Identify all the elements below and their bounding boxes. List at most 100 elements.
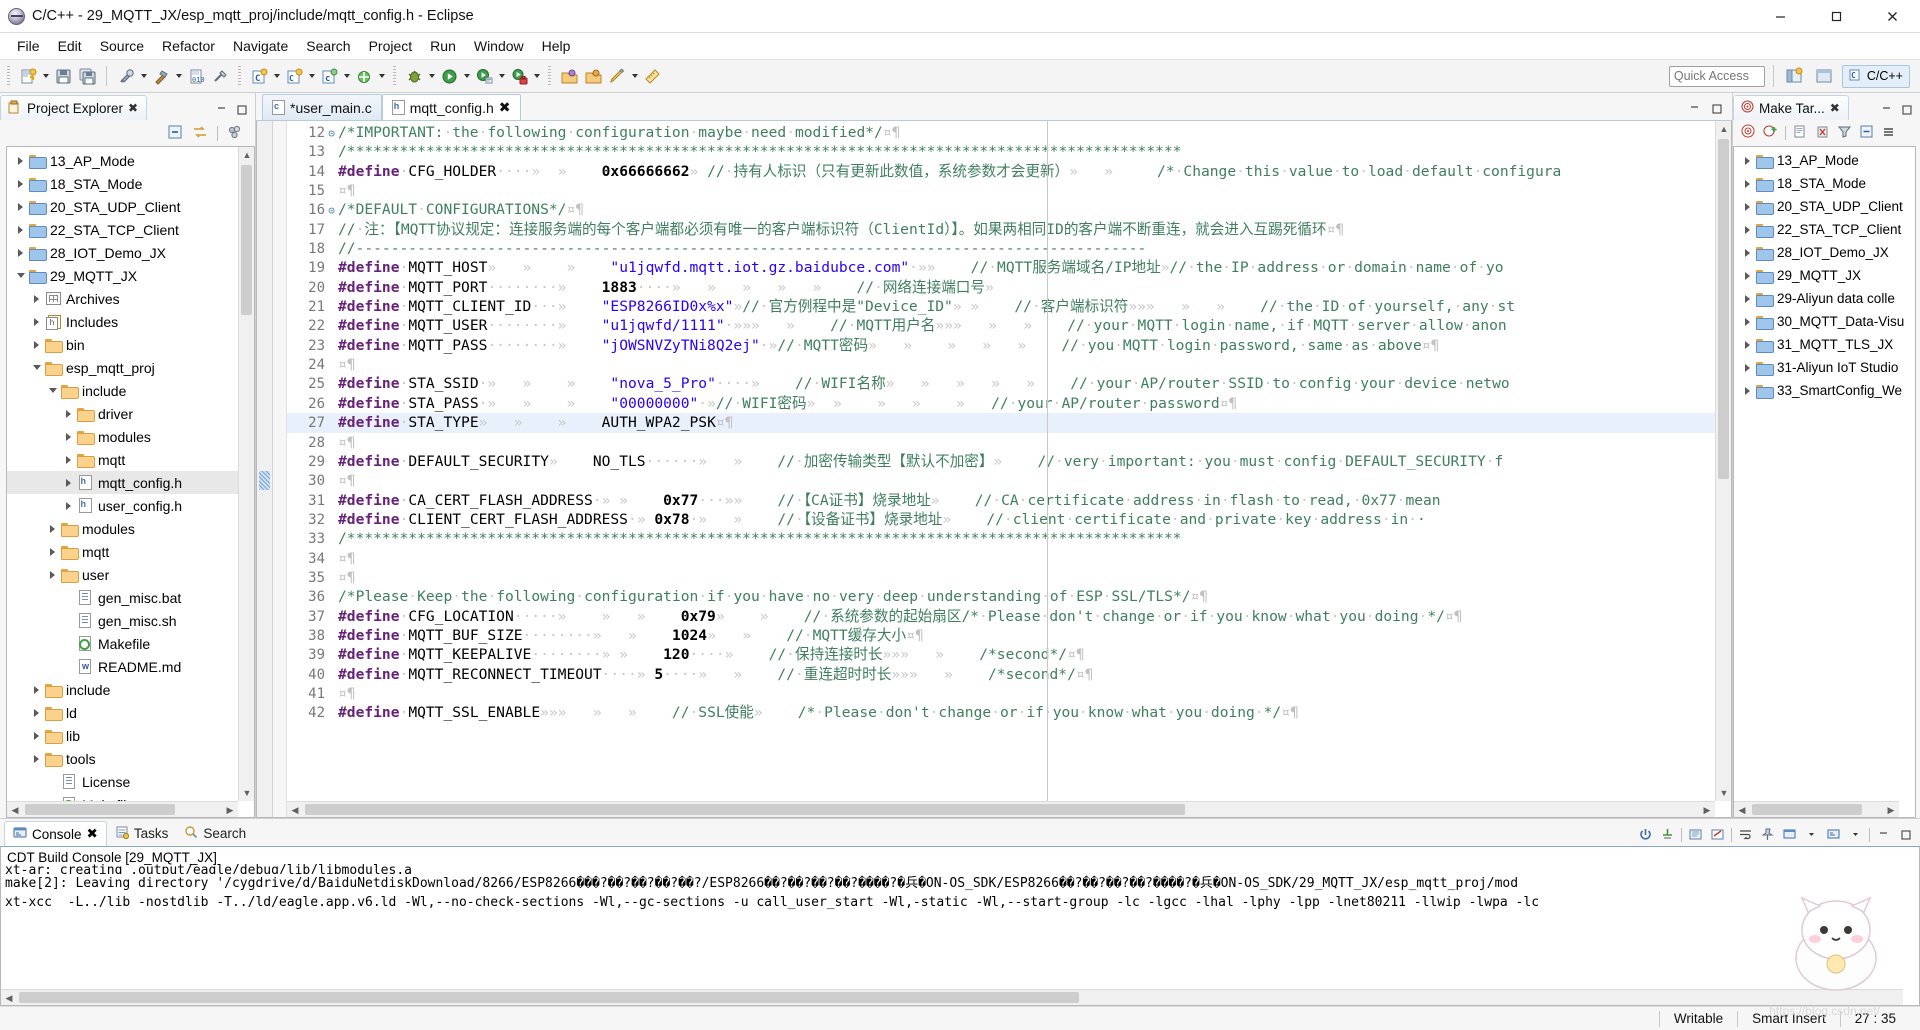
editor-hscroll-thumb[interactable] xyxy=(305,804,1185,815)
terminate-icon[interactable] xyxy=(1637,826,1654,843)
explorer-hscrollbar[interactable]: ◀ ▶ xyxy=(7,801,238,817)
code-line-32[interactable]: 32 #define·CLIENT_CERT_FLASH_ADDRESS·» 0x… xyxy=(287,510,1715,529)
close-icon[interactable]: ✖ xyxy=(499,99,511,116)
editor-vscroll-thumb[interactable] xyxy=(1718,139,1729,479)
code-line-18[interactable]: 18//------------------------------------… xyxy=(287,239,1715,258)
tree-twisty-closed-icon[interactable] xyxy=(1740,203,1755,211)
make-target-item[interactable]: 30_MQTT_Data-Visu xyxy=(1734,310,1915,333)
console-body[interactable]: CDT Build Console [29_MQTT_JX] xt-ar: cr… xyxy=(0,846,1920,1006)
collapse-icon[interactable] xyxy=(1859,124,1874,142)
scroll-up-icon[interactable]: ▲ xyxy=(239,147,254,163)
tree-twisty-closed-icon[interactable] xyxy=(1740,226,1755,234)
tree-twisty-closed-icon[interactable] xyxy=(45,571,60,579)
code-line-31[interactable]: 31 #define·CA_CERT_FLASH_ADDRESS·» » 0x77… xyxy=(287,491,1715,510)
make-target-item[interactable]: 29_MQTT_JX xyxy=(1734,264,1915,287)
filter-icon[interactable] xyxy=(1837,124,1852,142)
display-console-dropdown-icon[interactable] xyxy=(1803,826,1820,843)
tree-twisty-closed-icon[interactable] xyxy=(13,203,28,211)
debug-dropdown-icon[interactable] xyxy=(426,65,437,87)
new-c-project-dropdown-icon[interactable] xyxy=(271,65,282,87)
make-target-item[interactable]: 20_STA_UDP_Client xyxy=(1734,195,1915,218)
code-line-16[interactable]: 16 ⊝/*DEFAULT·CONFIGURATIONS*/¤¶ xyxy=(287,200,1715,219)
code-line-13[interactable]: 13/*************************************… xyxy=(287,142,1715,161)
tree-twisty-closed-icon[interactable] xyxy=(45,525,60,533)
tab-make-targets[interactable]: Make Tar... ✖ xyxy=(1733,95,1849,120)
code-line-14[interactable]: 14 #define·CFG_HOLDER····» » 0x66666662» … xyxy=(287,162,1715,181)
toolbar-drag-handle[interactable] xyxy=(7,66,10,86)
remove-launch-icon[interactable] xyxy=(1659,826,1676,843)
view-menu-icon[interactable] xyxy=(227,124,243,143)
build-all-dropdown-icon[interactable] xyxy=(138,65,149,87)
scroll-left-icon[interactable]: ◀ xyxy=(7,802,23,817)
scroll-lock-icon[interactable] xyxy=(1687,826,1704,843)
tree-item-gen-misc-sh[interactable]: gen_misc.sh xyxy=(7,609,238,632)
explorer-vscrollbar[interactable]: ▲ ▼ xyxy=(238,147,254,801)
tree-twisty-closed-icon[interactable] xyxy=(1740,157,1755,165)
tree-item-user[interactable]: user xyxy=(7,563,238,586)
debug-icon[interactable] xyxy=(403,65,425,87)
tree-twisty-closed-icon[interactable] xyxy=(1740,180,1755,188)
scroll-right-icon[interactable]: ▶ xyxy=(1883,802,1899,817)
new-source-file-icon[interactable] xyxy=(353,65,375,87)
tree-twisty-closed-icon[interactable] xyxy=(1740,364,1755,372)
close-icon[interactable]: ✖ xyxy=(128,101,138,115)
menu-navigate[interactable]: Navigate xyxy=(224,36,297,56)
tree-twisty-closed-icon[interactable] xyxy=(29,709,44,717)
code-line-21[interactable]: 21 #define·MQTT_CLIENT_ID···» "ESP8266ID0… xyxy=(287,297,1715,316)
pencil-icon[interactable] xyxy=(606,65,628,87)
tree-item-lib[interactable]: lib xyxy=(7,724,238,747)
tree-item-mqtt[interactable]: mqtt xyxy=(7,448,238,471)
run-icon[interactable] xyxy=(438,65,460,87)
editor-tab-mqtt-config-h[interactable]: mqtt_config.h ✖ xyxy=(381,94,521,120)
make-targets-tree[interactable]: 13_AP_Mode 18_STA_Mode 20_STA_UDP_Client 22… xyxy=(1733,146,1916,818)
code-line-23[interactable]: 23 #define·MQTT_PASS········» "jOWSNVZyTN… xyxy=(287,336,1715,355)
build-all-icon[interactable] xyxy=(115,65,137,87)
tab-search[interactable]: Search xyxy=(176,821,254,846)
delete-target-icon[interactable] xyxy=(1815,124,1830,142)
maximize-icon[interactable] xyxy=(1900,103,1914,117)
tree-twisty-closed-icon[interactable] xyxy=(1740,341,1755,349)
make-hscroll-thumb[interactable] xyxy=(1752,804,1862,815)
save-all-icon[interactable] xyxy=(76,65,98,87)
quick-access-input[interactable] xyxy=(1668,65,1765,87)
tree-item-modules[interactable]: modules xyxy=(7,425,238,448)
toolbar-drag-handle-3[interactable] xyxy=(393,66,396,86)
edit-target-icon[interactable] xyxy=(1793,124,1808,142)
code-line-34[interactable]: 34 ¤¶ xyxy=(287,549,1715,568)
close-icon[interactable]: ✖ xyxy=(87,826,98,842)
project-explorer-tree[interactable]: 13_AP_Mode 18_STA_Mode 20_STA_UDP_Client 22… xyxy=(6,146,255,818)
editor-vscrollbar[interactable]: ▲ ▼ xyxy=(1715,121,1731,801)
toolbar-drag-handle-4[interactable] xyxy=(548,66,551,86)
code-line-15[interactable]: 15 ¤¶ xyxy=(287,181,1715,200)
tree-item-28-iot-demo-jx[interactable]: 28_IOT_Demo_JX xyxy=(7,241,238,264)
scroll-down-icon[interactable]: ▼ xyxy=(1716,785,1731,801)
new-c-project-icon[interactable]: C xyxy=(248,65,270,87)
tree-item-29-mqtt-jx[interactable]: 29_MQTT_JX xyxy=(7,264,238,287)
tree-item-bin[interactable]: bin xyxy=(7,333,238,356)
tree-twisty-closed-icon[interactable] xyxy=(29,318,44,326)
new-c-class-icon[interactable]: c xyxy=(318,65,340,87)
minimize-icon[interactable] xyxy=(215,103,229,117)
tree-item-archives[interactable]: Archives xyxy=(7,287,238,310)
minimize-icon[interactable] xyxy=(1688,102,1702,116)
tab-project-explorer[interactable]: Project Explorer ✖ xyxy=(0,95,148,120)
display-console-icon[interactable] xyxy=(1781,826,1798,843)
tree-twisty-open-icon[interactable] xyxy=(45,388,60,393)
external-tools-icon[interactable] xyxy=(508,65,530,87)
scroll-left-icon[interactable]: ◀ xyxy=(1,990,17,1005)
minimize-button[interactable] xyxy=(1752,0,1808,33)
code-line-17[interactable]: 17//·注：【MQTT协议规定：连接服务端的每个客户端都必须有唯一的客户端标识… xyxy=(287,220,1715,239)
maximize-button[interactable] xyxy=(1808,0,1864,33)
code-line-39[interactable]: 39 #define·MQTT_KEEPALIVE········» » 120·… xyxy=(287,645,1715,664)
new-c-class-dropdown-icon[interactable] xyxy=(341,65,352,87)
build-dropdown-icon[interactable] xyxy=(173,65,184,87)
code-line-19[interactable]: 19 #define·MQTT_HOST» » » "u1jqwfd.mqtt.i… xyxy=(287,258,1715,277)
maximize-icon[interactable] xyxy=(235,103,249,117)
explorer-hscroll-thumb[interactable] xyxy=(25,804,175,815)
clean-icon[interactable] xyxy=(209,65,231,87)
menu-run[interactable]: Run xyxy=(421,36,465,56)
code-line-35[interactable]: 35 ¤¶ xyxy=(287,568,1715,587)
code-line-38[interactable]: 38 #define·MQTT_BUF_SIZE········» » 1024»… xyxy=(287,626,1715,645)
tree-item-include[interactable]: include xyxy=(7,678,238,701)
tree-item-readme-md[interactable]: README.md xyxy=(7,655,238,678)
